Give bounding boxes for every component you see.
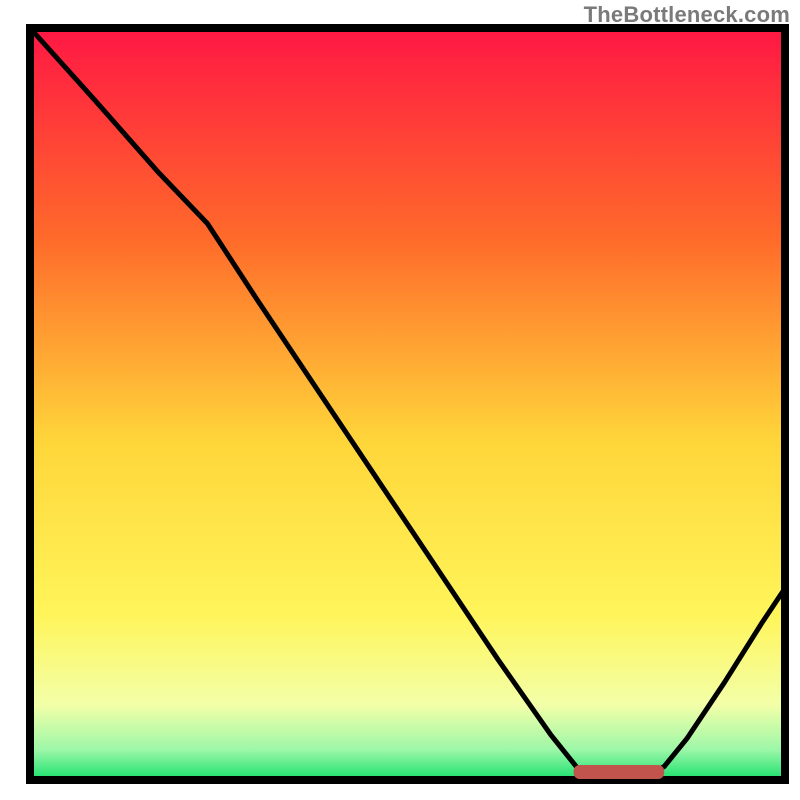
watermark-text: TheBottleneck.com xyxy=(584,2,790,28)
optimal-marker xyxy=(574,765,665,779)
chart-container: TheBottleneck.com xyxy=(0,0,800,800)
plot-area xyxy=(30,28,785,780)
bottleneck-chart xyxy=(0,0,800,800)
